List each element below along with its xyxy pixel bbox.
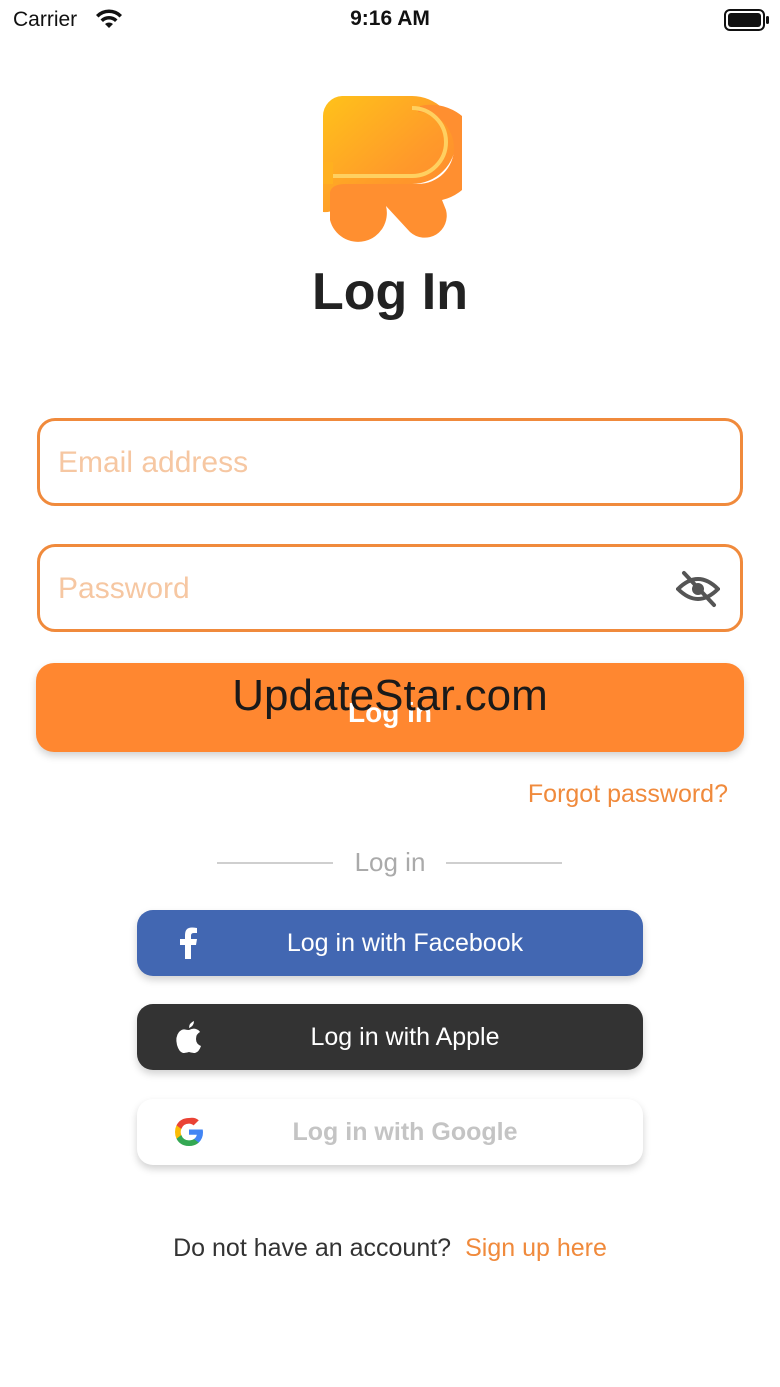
login-button-label: Log in bbox=[348, 697, 432, 728]
apple-login-label: Log in with Apple bbox=[310, 1023, 500, 1051]
status-bar: Carrier 9:16 AM bbox=[0, 0, 780, 40]
password-input[interactable] bbox=[56, 547, 680, 631]
divider-label: Log in bbox=[354, 847, 426, 877]
email-input[interactable] bbox=[56, 421, 680, 505]
app-logo bbox=[320, 92, 480, 247]
facebook-login-button[interactable]: Log in with Facebook bbox=[137, 910, 643, 976]
page-title: Log In bbox=[312, 263, 468, 321]
google-login-label: Log in with Google bbox=[292, 1118, 518, 1146]
login-screen: Carrier 9:16 AM Log In Email address Log… bbox=[0, 0, 780, 1387]
login-button[interactable]: Log in bbox=[36, 663, 744, 752]
email-field-container bbox=[37, 418, 743, 506]
divider-right bbox=[446, 862, 562, 864]
signup-prompt: Do not have an account? bbox=[173, 1234, 452, 1262]
signup-row: Do not have an account? Sign up here bbox=[0, 1234, 780, 1263]
signup-link[interactable]: Sign up here bbox=[465, 1234, 607, 1262]
password-field-container bbox=[37, 544, 743, 632]
apple-login-button[interactable]: Log in with Apple bbox=[137, 1004, 643, 1070]
battery-icon bbox=[724, 9, 770, 36]
eye-off-icon[interactable] bbox=[675, 569, 721, 609]
google-login-button[interactable]: Log in with Google bbox=[137, 1099, 643, 1165]
facebook-login-label: Log in with Facebook bbox=[286, 929, 524, 957]
forgot-password-link[interactable]: Forgot password? bbox=[528, 780, 728, 809]
clock: 9:16 AM bbox=[350, 7, 430, 30]
